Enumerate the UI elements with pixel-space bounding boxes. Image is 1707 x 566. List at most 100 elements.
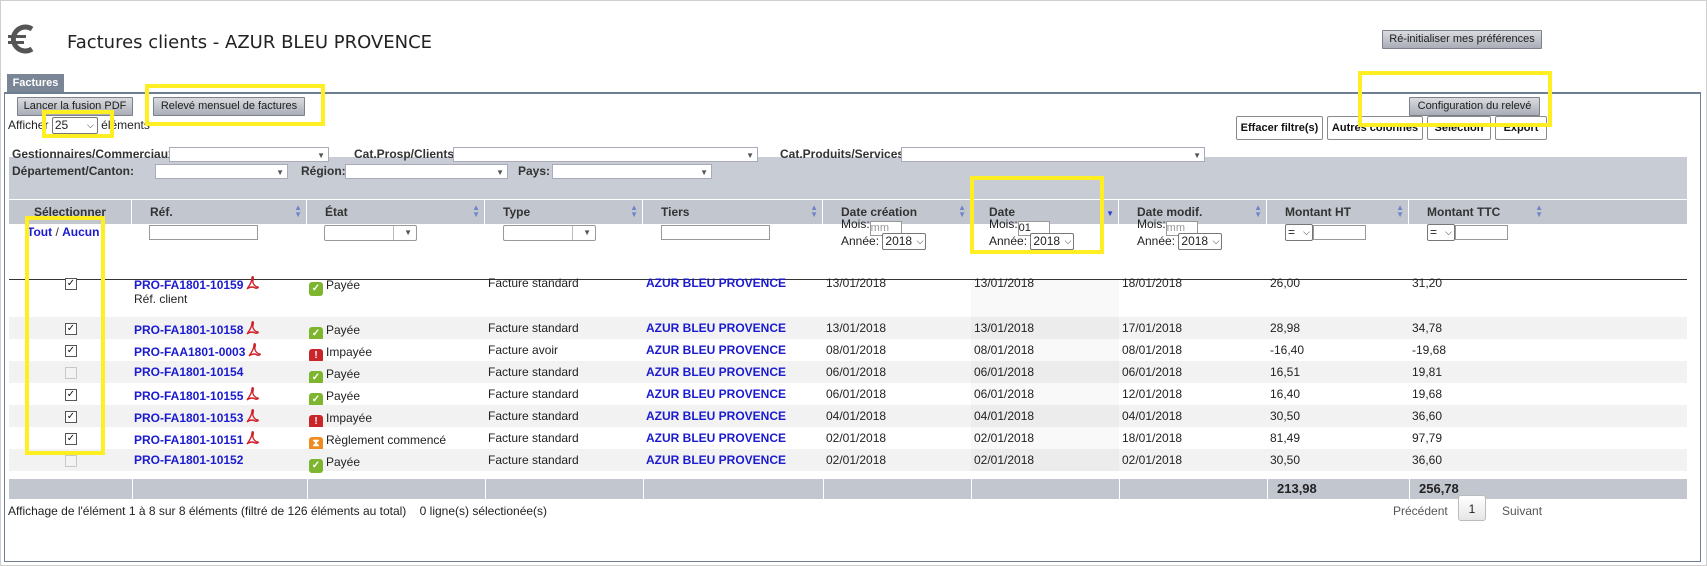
- pdf-icon[interactable]: [248, 343, 262, 357]
- highlight-box: [25, 216, 105, 455]
- date-modif-cell: 12/01/2018: [1122, 387, 1183, 401]
- invoice-ref-link[interactable]: PRO-FA1801-10152: [134, 453, 243, 467]
- montant-ht-cell: -16,40: [1270, 343, 1305, 357]
- filter-label-region: Région:: [301, 164, 346, 178]
- paid-check-icon: ✓: [309, 282, 323, 296]
- type-cell: Facture standard: [488, 321, 579, 335]
- montant-ttc-cell: 19,81: [1412, 365, 1443, 379]
- invoice-ref-cell: PRO-FAA1801-0003: [134, 343, 262, 359]
- pdf-icon[interactable]: [246, 276, 260, 290]
- montant-ttc-cell: 34,78: [1412, 321, 1443, 335]
- col-header-etat[interactable]: État ▲ ▼: [307, 200, 485, 224]
- invoice-ref-link[interactable]: PRO-FA1801-10153: [134, 411, 243, 425]
- filter-pays-select[interactable]: ▼: [552, 164, 712, 179]
- type-cell: Facture standard: [488, 453, 579, 467]
- status-label: Impayée: [326, 345, 373, 359]
- invoice-ref-cell: PRO-FA1801-10154: [134, 365, 243, 379]
- sort-icon: ▲ ▼: [810, 203, 818, 219]
- tiers-link[interactable]: AZUR BLEU PROVENCE: [646, 431, 786, 445]
- pdf-icon[interactable]: [246, 387, 260, 401]
- pagination-prev[interactable]: Précédent: [1393, 504, 1448, 518]
- montant-ttc-input[interactable]: [1455, 225, 1508, 240]
- sort-icon: ▲ ▼: [958, 203, 966, 219]
- sort-desc-icon: ▼: [1106, 209, 1114, 218]
- date-creation-annee-select[interactable]: 2018 ⌵: [882, 233, 927, 250]
- total-ttc: 256,78: [1419, 481, 1459, 496]
- filter-region-select[interactable]: ▼: [345, 164, 508, 179]
- pdf-icon[interactable]: [246, 431, 260, 445]
- montant-ht-input[interactable]: [1313, 225, 1366, 240]
- invoice-ref-link[interactable]: PRO-FA1801-10155: [134, 389, 243, 403]
- date-creation-cell: 06/01/2018: [826, 387, 887, 401]
- pagination-next[interactable]: Suivant: [1502, 504, 1542, 518]
- tiers-link[interactable]: AZUR BLEU PROVENCE: [646, 453, 786, 467]
- date-creation-annee: Année: 2018 ⌵: [841, 233, 927, 250]
- table-row: ✓ PRO-FA1801-10159 Réf. client ✓ Payée Factur…: [9, 276, 1687, 316]
- status-cell: ✓ Payée: [309, 278, 360, 296]
- col-header-tiers[interactable]: Tiers ▲ ▼: [643, 200, 823, 224]
- col-header-montant-ht[interactable]: Montant HT ▲ ▼: [1267, 200, 1409, 224]
- col-header-type[interactable]: Type ▲ ▼: [485, 200, 643, 224]
- status-label: Payée: [326, 323, 361, 337]
- reset-preferences-button[interactable]: Ré-initialiser mes préférences: [1382, 30, 1542, 49]
- ref-client-label: Réf. client: [134, 292, 188, 306]
- col-header-montant-ttc[interactable]: Montant TTC ▲ ▼: [1409, 200, 1547, 224]
- invoice-ref-link[interactable]: PRO-FA1801-10158: [134, 323, 243, 337]
- invoice-ref-link[interactable]: PRO-FA1801-10159: [134, 278, 243, 292]
- date-modif-cell: 02/01/2018: [1122, 453, 1183, 467]
- date-cell: 02/01/2018: [974, 431, 1035, 445]
- date-creation-cell: 06/01/2018: [826, 365, 887, 379]
- tab-factures[interactable]: Factures: [7, 74, 64, 93]
- montant-ht-cell: 16,51: [1270, 365, 1301, 379]
- date-creation-cell: 02/01/2018: [826, 431, 887, 445]
- date-creation-cell: 08/01/2018: [826, 343, 887, 357]
- table-row: ✓ PRO-FA1801-10153! Impayée Facture standar…: [9, 405, 1687, 429]
- date-modif-cell: 17/01/2018: [1122, 321, 1183, 335]
- date-creation-cell: 02/01/2018: [826, 453, 887, 467]
- table-row: PRO-FA1801-10154 ✓ Payée Facture standard AZ…: [9, 361, 1687, 385]
- tiers-link[interactable]: AZUR BLEU PROVENCE: [646, 321, 786, 335]
- tiers-link[interactable]: AZUR BLEU PROVENCE: [646, 409, 786, 423]
- clear-filters-button[interactable]: Effacer filtre(s): [1236, 116, 1323, 140]
- pagination-page[interactable]: 1: [1458, 495, 1486, 521]
- col-header-ref[interactable]: Réf. ▲ ▼: [132, 200, 307, 224]
- montant-ttc-operator[interactable]: = ⌵: [1427, 224, 1455, 241]
- page-title: Factures clients - AZUR BLEU PROVENCE: [67, 32, 433, 53]
- status-label: Payée: [326, 455, 361, 469]
- pdf-icon[interactable]: [246, 321, 260, 335]
- type-cell: Facture standard: [488, 409, 579, 423]
- type-cell: Facture standard: [488, 387, 579, 401]
- pdf-icon[interactable]: [246, 409, 260, 423]
- date-cell: 13/01/2018: [974, 276, 1035, 290]
- filter-departement-select[interactable]: ▼: [155, 164, 288, 179]
- filter-type-select[interactable]: ▼: [503, 225, 596, 241]
- invoice-ref-cell: PRO-FA1801-10159 Réf. client: [134, 276, 260, 306]
- montant-ht-operator[interactable]: = ⌵: [1285, 224, 1313, 241]
- sort-icon: ▲ ▼: [1254, 203, 1262, 219]
- highlight-box: [145, 84, 325, 126]
- sort-icon: ▲ ▼: [1535, 203, 1543, 219]
- table-row: ✓ PRO-FA1801-10151 ⧗ Règlement commencé Fact…: [9, 427, 1687, 451]
- invoice-ref-link[interactable]: PRO-FAA1801-0003: [134, 345, 245, 359]
- filter-catprosp-select[interactable]: ▼: [453, 147, 758, 162]
- tiers-link[interactable]: AZUR BLEU PROVENCE: [646, 365, 786, 379]
- tiers-link[interactable]: AZUR BLEU PROVENCE: [646, 387, 786, 401]
- invoice-ref-link[interactable]: PRO-FA1801-10151: [134, 433, 243, 447]
- date-modif-annee-select[interactable]: 2018 ⌵: [1178, 233, 1223, 250]
- filter-catproduits-select[interactable]: ▼: [901, 147, 1205, 162]
- type-cell: Facture standard: [488, 365, 579, 379]
- montant-ttc-cell: 36,60: [1412, 409, 1443, 423]
- row-select-checkbox[interactable]: [65, 455, 77, 467]
- date-cell: 06/01/2018: [974, 387, 1035, 401]
- filter-tiers-input[interactable]: [661, 225, 770, 240]
- filter-ref-input[interactable]: [149, 225, 258, 240]
- status-label: Impayée: [326, 411, 373, 425]
- invoice-ref-link[interactable]: PRO-FA1801-10154: [134, 365, 243, 379]
- sort-icon: ▲ ▼: [630, 203, 638, 219]
- tiers-link[interactable]: AZUR BLEU PROVENCE: [646, 343, 786, 357]
- filter-gestionnaires-select[interactable]: ▼: [169, 147, 329, 162]
- tiers-link[interactable]: AZUR BLEU PROVENCE: [646, 276, 786, 290]
- filter-etat-select[interactable]: ▼: [324, 225, 417, 241]
- sort-icon: ▲ ▼: [294, 203, 302, 219]
- invoice-ref-cell: PRO-FA1801-10158: [134, 321, 260, 337]
